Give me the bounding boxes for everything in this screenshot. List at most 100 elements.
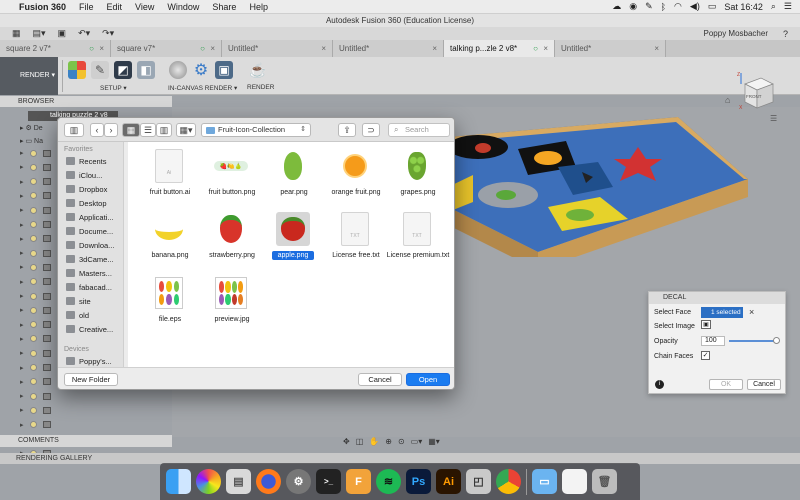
folder-location-popup[interactable]: Fruit-Icon-Collection ⇕ (201, 123, 311, 137)
battery-icon[interactable]: ▭ (708, 1, 717, 12)
undo-icon[interactable]: ↶▾ (78, 28, 90, 39)
preview-icon[interactable]: ▤ (226, 469, 251, 494)
browser-component-row[interactable]: ▸ (20, 347, 60, 359)
info-icon[interactable]: i (655, 380, 664, 389)
sidebar-item-device[interactable]: Poppy's... (66, 355, 112, 367)
help-icon[interactable]: ? (783, 29, 788, 39)
sidebar-item-folder[interactable]: 3dCame... (66, 253, 114, 265)
bluetooth-icon[interactable]: ᛒ (661, 2, 666, 12)
photos-icon[interactable] (196, 469, 221, 494)
viewcube-menu-icon[interactable]: ☰ (770, 114, 777, 123)
browser-component-row[interactable]: ▸ (20, 419, 60, 431)
expand-arrow-icon[interactable]: ▸ (20, 378, 24, 386)
cancel-button[interactable]: Cancel (747, 379, 781, 390)
orbit-icon[interactable]: ✥ (343, 437, 350, 447)
status-icon[interactable]: ☁ (612, 1, 621, 12)
expand-arrow-icon[interactable]: ▸ (20, 206, 24, 214)
scene-settings-icon[interactable]: ✎ (91, 61, 109, 79)
sidebar-item-icloud[interactable]: iClou... (66, 169, 102, 181)
sidebar-scrollbar[interactable] (123, 172, 124, 262)
visibility-bulb-icon[interactable] (29, 149, 37, 157)
group-view-button[interactable]: ▦▾ (176, 123, 196, 137)
grid-settings-icon[interactable]: ▦▾ (428, 437, 440, 447)
browser-component-row[interactable]: ▸ (20, 219, 60, 231)
clear-selection-icon[interactable]: × (749, 307, 754, 317)
notification-icon[interactable]: ☰ (784, 1, 792, 12)
tab-document[interactable]: Untitled* × (555, 40, 666, 57)
file-item[interactable]: preview.jpg (196, 272, 268, 334)
browser-item[interactable]: ▸ ▭ Na (20, 137, 43, 145)
menu-help[interactable]: Help (249, 2, 268, 12)
opacity-slider-track[interactable] (729, 340, 777, 342)
column-view-button[interactable]: ▥ (156, 123, 172, 137)
comments-panel[interactable]: COMMENTS (0, 435, 172, 447)
sidebar-item-folder[interactable]: Masters... (66, 267, 112, 279)
sidebar-item-dropbox[interactable]: Dropbox (66, 183, 107, 195)
pan-icon[interactable]: ✋ (369, 437, 379, 447)
expand-arrow-icon[interactable]: ▸ (20, 421, 24, 429)
browser-component-row[interactable]: ▸ (20, 276, 60, 288)
browser-component-row[interactable]: ▸ (20, 304, 60, 316)
spotify-icon[interactable]: ≋ (376, 469, 401, 494)
browser-component-row[interactable]: ▸ (20, 261, 60, 273)
visibility-bulb-icon[interactable] (29, 278, 37, 286)
visibility-bulb-icon[interactable] (29, 406, 37, 414)
finder-icon[interactable] (166, 469, 191, 494)
expand-arrow-icon[interactable]: ▸ (20, 406, 24, 414)
tab-document-active[interactable]: talking p...zle 2 v8* ○ × (444, 40, 555, 57)
file-item[interactable]: TXT License premium.txt (382, 208, 454, 270)
trash-icon[interactable]: 🗑 (592, 469, 617, 494)
close-icon[interactable]: × (99, 40, 104, 57)
volume-icon[interactable]: ◀) (690, 1, 700, 12)
system-preferences-icon[interactable]: ⚙ (286, 469, 311, 494)
in-canvas-render-label[interactable]: IN-CANVAS RENDER ▾ (168, 84, 237, 92)
browser-component-row[interactable]: ▸ (20, 376, 60, 388)
home-icon[interactable]: ⌂ (725, 95, 730, 105)
visibility-bulb-icon[interactable] (29, 364, 37, 371)
capture-image-icon[interactable]: ▣ (215, 61, 233, 79)
file-menu-icon[interactable]: ▤▾ (33, 28, 46, 39)
render-settings-icon[interactable]: ⚙ (192, 61, 210, 79)
browser-component-row[interactable]: ▸ (20, 176, 60, 188)
browser-component-row[interactable]: ▸ (20, 247, 60, 259)
back-button[interactable]: ‹ (90, 123, 104, 137)
menu-share[interactable]: Share (212, 2, 236, 12)
visibility-bulb-icon[interactable] (29, 178, 37, 186)
sidebar-item-folder[interactable]: fabacad... (66, 281, 112, 293)
firefox-icon[interactable] (256, 469, 281, 494)
share-button[interactable]: ⇪ (338, 123, 356, 137)
visibility-bulb-icon[interactable] (29, 292, 37, 300)
appearance-icon[interactable] (68, 61, 86, 79)
visibility-bulb-icon[interactable] (29, 349, 37, 357)
render-label[interactable]: RENDER (247, 84, 274, 91)
open-button[interactable]: Open (406, 373, 450, 386)
sidebar-item-downloads[interactable]: Downloa... (66, 239, 114, 251)
tab-document[interactable]: Untitled* × (333, 40, 444, 57)
visibility-bulb-icon[interactable] (29, 306, 37, 314)
browser-component-row[interactable]: ▸ (20, 190, 60, 202)
visibility-bulb-icon[interactable] (29, 392, 37, 400)
tab-document[interactable]: square v7* ○ × (111, 40, 222, 57)
photoshop-icon[interactable]: Ps (406, 469, 431, 494)
expand-arrow-icon[interactable]: ▸ (20, 306, 24, 314)
new-folder-button[interactable]: New Folder (64, 373, 118, 386)
chain-faces-checkbox[interactable]: ✓ (701, 351, 710, 360)
expand-arrow-icon[interactable]: ▸ (20, 263, 24, 271)
decal-icon[interactable]: ◧ (137, 61, 155, 79)
tab-document[interactable]: Untitled* × (222, 40, 333, 57)
search-icon[interactable]: ⌕ (771, 1, 776, 12)
browser-component-row[interactable]: ▸ (20, 390, 60, 402)
ok-button[interactable]: OK (709, 379, 743, 390)
expand-arrow-icon[interactable]: ▸ (20, 335, 24, 343)
terminal-icon[interactable]: >_ (316, 469, 341, 494)
clock[interactable]: Sat 16:42 (724, 2, 763, 12)
browser-component-row[interactable]: ▸ (20, 233, 60, 245)
visibility-bulb-icon[interactable] (29, 378, 37, 386)
browser-component-row[interactable]: ▸ (20, 147, 60, 159)
visibility-bulb-icon[interactable] (29, 335, 37, 343)
expand-arrow-icon[interactable]: ▸ (20, 235, 24, 243)
user-name[interactable]: Poppy Mosbacher (704, 29, 768, 38)
puzzle-board-model[interactable] (448, 117, 748, 257)
browser-component-row[interactable]: ▸ (20, 404, 60, 416)
menu-app-name[interactable]: Fusion 360 (19, 2, 66, 12)
